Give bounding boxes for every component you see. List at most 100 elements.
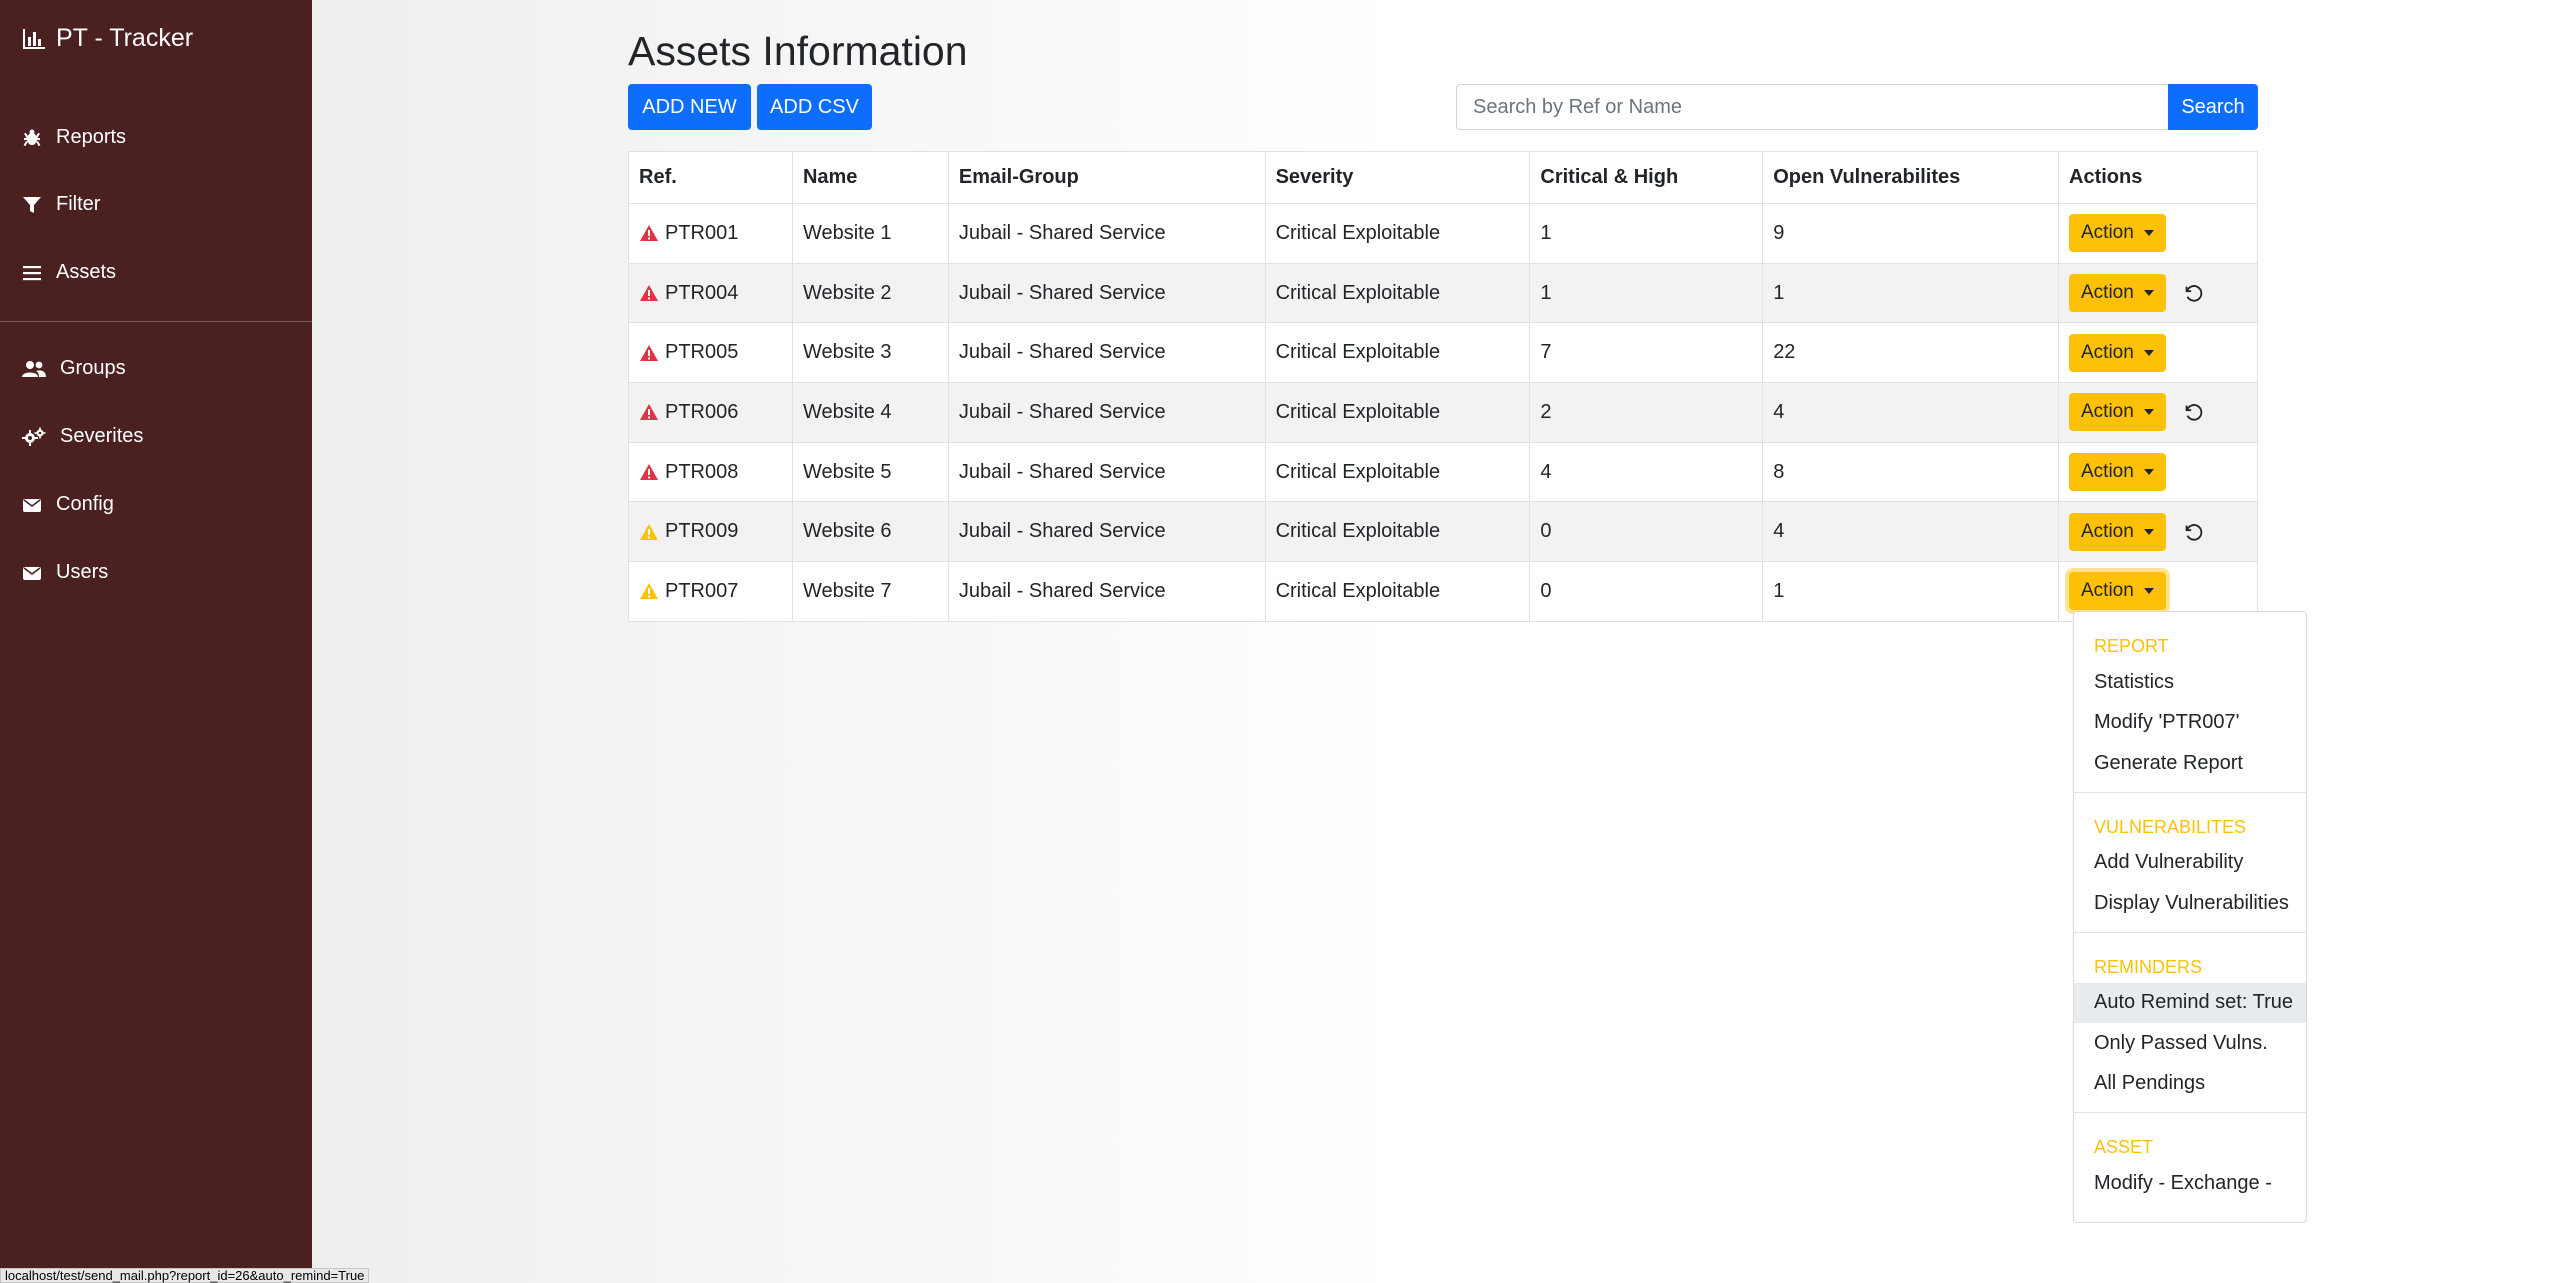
- warning-triangle-icon: [640, 583, 658, 600]
- undo-icon[interactable]: [2182, 521, 2204, 543]
- sidebar-item-config[interactable]: Config: [22, 493, 114, 516]
- ref-label: PTR008: [665, 460, 739, 483]
- undo-icon[interactable]: [2182, 282, 2204, 304]
- cell-email-group: Jubail - Shared Service: [947, 203, 1266, 264]
- cell-email-group: Jubail - Shared Service: [947, 441, 1266, 503]
- sidebar-item-assets[interactable]: Assets: [22, 261, 116, 284]
- dropdown-header: VULNERABILITES: [2094, 816, 2247, 837]
- sidebar-item-label: Config: [56, 493, 114, 515]
- cell-ref: PTR006: [628, 382, 793, 443]
- add-new-button[interactable]: ADD NEW: [628, 84, 751, 130]
- dropdown-item[interactable]: Modify - Exchange -: [2074, 1163, 2306, 1204]
- cell-actions: Action: [2058, 203, 2258, 264]
- sidebar-item-filter[interactable]: Filter: [22, 193, 100, 216]
- ref-label: PTR007: [665, 579, 739, 602]
- warning-triangle-icon: [640, 523, 658, 540]
- cell-critical-high: 2: [1529, 382, 1764, 443]
- brand[interactable]: PT - Tracker: [22, 24, 193, 53]
- cell-name: Website 2: [791, 262, 949, 324]
- cell-actions: Action: [2058, 322, 2258, 384]
- dropdown-divider: [2074, 791, 2306, 793]
- sidebar-divider: [0, 321, 312, 322]
- gears-icon: [22, 427, 46, 446]
- cell-open-vulnerabilities: 9: [1762, 203, 2059, 264]
- table-row: PTR009 Website 6 Jubail - Shared Service…: [628, 501, 2258, 563]
- column-header-open-vulnerabilities: Open Vulnerabilites: [1762, 151, 2059, 204]
- add-csv-button[interactable]: ADD CSV: [757, 84, 872, 130]
- undo-icon[interactable]: [2182, 401, 2204, 423]
- cell-actions: Action: [2058, 382, 2258, 443]
- caret-down-icon: [2143, 290, 2154, 297]
- search-input[interactable]: [1456, 84, 2168, 130]
- sidebar-item-label: Reports: [56, 126, 127, 148]
- column-header-severity: Severity: [1264, 151, 1531, 204]
- cell-open-vulnerabilities: 4: [1762, 501, 2059, 563]
- chart-bar-icon: [23, 28, 45, 49]
- cell-severity: Critical Exploitable: [1264, 322, 1531, 384]
- browser-status-url: localhost/test/send_mail.php?report_id=2…: [0, 1268, 370, 1283]
- bug-icon: [23, 129, 41, 146]
- cell-ref: PTR001: [628, 203, 793, 264]
- cell-open-vulnerabilities: 8: [1762, 441, 2059, 503]
- action-dropdown-menu: REPORT Statistics Modify 'PTR007' Generate …: [2073, 611, 2307, 1223]
- cell-severity: Critical Exploitable: [1264, 501, 1531, 563]
- cell-open-vulnerabilities: 1: [1762, 561, 2059, 622]
- sidebar-item-label: Groups: [60, 357, 126, 379]
- dropdown-item[interactable]: Add Vulnerability: [2074, 843, 2306, 884]
- cell-email-group: Jubail - Shared Service: [947, 561, 1266, 622]
- dropdown-item[interactable]: Generate Report: [2074, 743, 2306, 784]
- action-dropdown-button[interactable]: Action: [2069, 333, 2166, 372]
- action-dropdown-button[interactable]: Action: [2069, 572, 2166, 611]
- action-dropdown-button[interactable]: Action: [2069, 274, 2166, 313]
- caret-down-icon: [2143, 409, 2154, 416]
- cell-critical-high: 0: [1529, 561, 1764, 622]
- sidebar-item-groups[interactable]: Groups: [22, 357, 126, 380]
- dropdown-item[interactable]: Display Vulnerabilities: [2074, 883, 2306, 924]
- table-header-row: Ref. Name Email-Group Severity Critical …: [628, 151, 2258, 204]
- dropdown-item[interactable]: Only Passed Vulns.: [2074, 1023, 2306, 1064]
- dropdown-item[interactable]: Modify 'PTR007': [2074, 703, 2306, 744]
- cell-email-group: Jubail - Shared Service: [947, 262, 1266, 324]
- cell-email-group: Jubail - Shared Service: [947, 322, 1266, 384]
- sidebar-item-label: Assets: [56, 261, 117, 283]
- cell-ref: PTR009: [628, 501, 793, 563]
- action-dropdown-button[interactable]: Action: [2069, 512, 2166, 551]
- search-button[interactable]: Search: [2168, 84, 2258, 130]
- caret-down-icon: [2143, 469, 2154, 476]
- ref-label: PTR009: [665, 520, 739, 543]
- ref-label: PTR005: [665, 341, 739, 364]
- action-label: Action: [2081, 222, 2134, 244]
- cell-severity: Critical Exploitable: [1264, 262, 1531, 324]
- dropdown-divider: [2074, 931, 2306, 933]
- table-row: PTR007 Website 7 Jubail - Shared Service…: [628, 561, 2258, 622]
- warning-triangle-icon: [640, 464, 658, 481]
- cell-critical-high: 1: [1529, 262, 1764, 324]
- caret-down-icon: [2143, 349, 2154, 356]
- ref-label: PTR004: [665, 281, 739, 304]
- dropdown-item[interactable]: Statistics: [2074, 662, 2306, 703]
- action-label: Action: [2081, 580, 2134, 602]
- cell-severity: Critical Exploitable: [1264, 561, 1531, 622]
- cell-critical-high: 4: [1529, 441, 1764, 503]
- cell-name: Website 7: [791, 561, 949, 622]
- cell-ref: PTR005: [628, 322, 793, 384]
- sidebar-item-reports[interactable]: Reports: [22, 126, 126, 149]
- action-label: Action: [2081, 282, 2134, 304]
- dropdown-header: ASSET: [2094, 1137, 2154, 1157]
- action-dropdown-button[interactable]: Action: [2069, 393, 2166, 432]
- caret-down-icon: [2143, 230, 2154, 237]
- envelope-icon: [23, 498, 41, 512]
- sidebar-item-severites[interactable]: Severites: [22, 425, 143, 448]
- action-dropdown-button[interactable]: Action: [2069, 214, 2166, 253]
- column-header-name: Name: [791, 151, 949, 204]
- list-icon: [23, 265, 41, 280]
- sidebar-item-users[interactable]: Users: [22, 561, 108, 584]
- table-row: PTR006 Website 4 Jubail - Shared Service…: [628, 382, 2258, 443]
- dropdown-item[interactable]: All Pendings: [2074, 1064, 2306, 1105]
- sidebar-item-label: Filter: [56, 193, 101, 215]
- sidebar-item-label: Severites: [60, 425, 144, 447]
- dropdown-item[interactable]: Auto Remind set: True: [2074, 982, 2306, 1023]
- cell-email-group: Jubail - Shared Service: [947, 501, 1266, 563]
- action-dropdown-button[interactable]: Action: [2069, 453, 2166, 492]
- sidebar: PT - Tracker Reports Filter Assets Group…: [0, 0, 312, 1283]
